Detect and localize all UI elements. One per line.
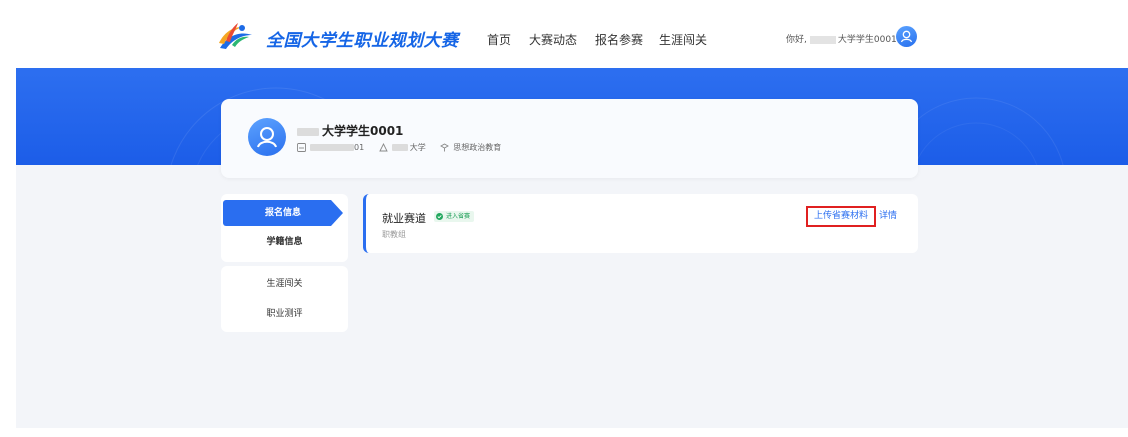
profile-id: 01 (297, 143, 364, 152)
sidebar-item-student-info[interactable]: 学籍信息 (221, 229, 348, 255)
sidebar-group-registration: 报名信息 学籍信息 (221, 194, 348, 262)
competition-group: 职教组 (382, 230, 406, 239)
greeting-user: 大学学生0001 (837, 35, 897, 45)
status-badge: 进入省赛 (434, 211, 475, 222)
sidebar-group-career: 生涯闯关 职业测评 (221, 266, 348, 332)
profile-meta: 01 大学 思想政治教育 (297, 142, 513, 154)
top-header: 全国大学生职业规划大赛 首页 大赛动态 报名参赛 生涯闯关 你好, 大学学生000… (0, 0, 1128, 68)
redacted-name (809, 35, 836, 44)
competition-track-title: 就业赛道 (382, 212, 426, 225)
nav-register[interactable]: 报名参赛 (595, 31, 643, 48)
details-link[interactable]: 详情 (879, 208, 897, 225)
profile-major: 思想政治教育 (440, 142, 501, 153)
user-icon (900, 30, 913, 43)
id-card-icon (297, 143, 306, 152)
user-avatar[interactable] (896, 26, 917, 47)
upload-provincial-materials-link[interactable]: 上传省赛材料 (806, 206, 876, 227)
nav-news[interactable]: 大赛动态 (529, 31, 577, 48)
redacted-name (297, 127, 319, 136)
greeting-prefix: 你好, (786, 35, 807, 45)
major-icon (440, 143, 450, 152)
status-badge-text: 进入省赛 (446, 213, 471, 220)
brand-title[interactable]: 全国大学生职业规划大赛 (266, 26, 459, 51)
profile-card: 大学学生0001 01 大学 思想政治教育 (221, 99, 918, 178)
competition-card: 就业赛道 进入省赛 职教组 上传省赛材料 详情 (363, 194, 918, 253)
sidebar-item-registration-info[interactable]: 报名信息 (223, 200, 343, 226)
profile-name-text: 大学学生0001 (322, 124, 404, 138)
school-icon (379, 143, 388, 152)
competition-logo-icon[interactable] (216, 21, 254, 51)
profile-name: 大学学生0001 (297, 122, 403, 139)
profile-avatar (248, 118, 286, 156)
user-greeting: 你好, 大学学生0001 (786, 32, 897, 45)
user-icon (257, 127, 277, 148)
check-circle-icon (436, 213, 443, 220)
redacted-id (310, 144, 354, 151)
sidebar-item-career-challenge[interactable]: 生涯闯关 (221, 271, 348, 297)
redacted-school (391, 144, 408, 151)
nav-home[interactable]: 首页 (487, 31, 511, 48)
profile-school: 大学 (379, 142, 426, 153)
nav-career-challenge[interactable]: 生涯闯关 (659, 31, 707, 48)
sidebar-item-career-assessment[interactable]: 职业测评 (221, 301, 348, 327)
